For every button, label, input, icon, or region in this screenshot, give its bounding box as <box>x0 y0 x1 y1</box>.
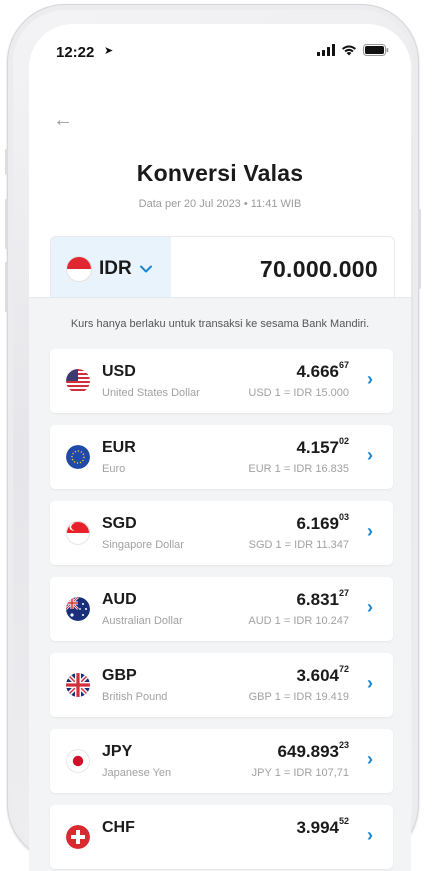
currency-code: GBP <box>102 667 137 684</box>
currency-code: USD <box>102 363 136 380</box>
exchange-rate: JPY 1 = IDR 107,71 <box>251 767 349 779</box>
currency-name: Japanese Yen <box>102 767 172 779</box>
mute-switch <box>5 149 8 175</box>
au-flag-icon <box>66 597 90 621</box>
currency-code: AUD <box>102 591 137 608</box>
back-arrow-icon[interactable]: ← <box>53 110 73 130</box>
volume-down-button <box>5 262 8 312</box>
chevron-right-icon: › <box>367 673 373 693</box>
chevron-down-icon <box>139 265 152 273</box>
rate-card-aud[interactable]: AUD Australian Dollar 6.83127 AUD 1 = ID… <box>50 577 393 641</box>
jp-flag-icon <box>66 749 90 773</box>
power-button <box>418 209 421 289</box>
currency-name: United States Dollar <box>102 387 200 399</box>
us-flag-icon <box>66 369 90 393</box>
selected-currency-code: IDR <box>99 258 132 279</box>
exchange-rate: AUD 1 = IDR 10.247 <box>248 615 349 627</box>
currency-selector[interactable]: IDR <box>51 237 171 301</box>
converted-amount: 4.15702 <box>296 436 349 457</box>
currency-code: SGD <box>102 515 137 532</box>
battery-icon <box>363 44 389 56</box>
amount-input[interactable]: 70.000.000 <box>260 237 378 301</box>
gb-flag-icon <box>66 673 90 697</box>
ch-flag-icon <box>66 825 90 849</box>
phone-frame: 12:22 ➤ ← Konversi Valas Data per 20 Jul… <box>5 4 421 871</box>
status-icons <box>317 44 389 56</box>
currency-code: JPY <box>102 743 133 760</box>
exchange-rate: EUR 1 = IDR 16.835 <box>248 463 349 475</box>
chevron-right-icon: › <box>367 749 373 769</box>
currency-name: Euro <box>102 463 126 475</box>
status-time: 12:22 <box>56 44 95 61</box>
currency-code: CHF <box>102 819 135 836</box>
chevron-right-icon: › <box>367 597 373 617</box>
converted-amount: 6.83127 <box>296 588 349 609</box>
rate-card-gbp[interactable]: GBP British Pound 3.60472 GBP 1 = IDR 19… <box>50 653 393 717</box>
status-bar: 12:22 ➤ <box>29 24 411 74</box>
screen: 12:22 ➤ ← Konversi Valas Data per 20 Jul… <box>29 24 411 871</box>
id-flag-icon <box>67 257 91 281</box>
chevron-right-icon: › <box>367 445 373 465</box>
rate-card-jpy[interactable]: JPY Japanese Yen 649.89323 JPY 1 = IDR 1… <box>50 729 393 793</box>
converted-amount: 3.60472 <box>296 664 349 685</box>
rate-disclaimer: Kurs hanya berlaku untuk transaksi ke se… <box>70 318 370 330</box>
cellular-signal-icon <box>317 44 335 56</box>
rate-card-chf[interactable]: CHF 3.99452 › <box>50 805 393 869</box>
volume-up-button <box>5 199 8 249</box>
location-arrow-icon: ➤ <box>104 45 114 57</box>
rate-card-sgd[interactable]: SGD Singapore Dollar 6.16903 SGD 1 = IDR… <box>50 501 393 565</box>
exchange-rate: USD 1 = IDR 15.000 <box>248 387 349 399</box>
converted-amount: 6.16903 <box>296 512 349 533</box>
chevron-right-icon: › <box>367 369 373 389</box>
currency-name: British Pound <box>102 691 168 703</box>
exchange-rate: SGD 1 = IDR 11.347 <box>248 539 349 551</box>
page-title: Konversi Valas <box>136 160 304 186</box>
currency-code: EUR <box>102 439 136 456</box>
converted-amount: 3.99452 <box>296 816 349 837</box>
rate-card-eur[interactable]: EUR Euro 4.15702 EUR 1 = IDR 16.835 › <box>50 425 393 489</box>
amount-converter: IDR 70.000.000 <box>50 236 395 302</box>
exchange-rate: GBP 1 = IDR 19.419 <box>248 691 349 703</box>
currency-name: Australian Dollar <box>102 615 183 627</box>
converted-amount: 4.66667 <box>296 360 349 381</box>
page-header: ← Konversi Valas Data per 20 Jul 2023 • … <box>29 74 411 318</box>
chevron-right-icon: › <box>367 521 373 541</box>
rate-card-usd[interactable]: USD United States Dollar 4.66667 USD 1 =… <box>50 349 393 413</box>
wifi-icon <box>342 45 356 56</box>
currency-name: Singapore Dollar <box>102 539 184 551</box>
converted-amount: 649.89323 <box>277 740 349 761</box>
sg-flag-icon <box>66 521 90 545</box>
chevron-right-icon: › <box>367 825 373 845</box>
eu-flag-icon <box>66 445 90 469</box>
data-timestamp: Data per 20 Jul 2023 • 11:41 WIB <box>138 198 302 210</box>
